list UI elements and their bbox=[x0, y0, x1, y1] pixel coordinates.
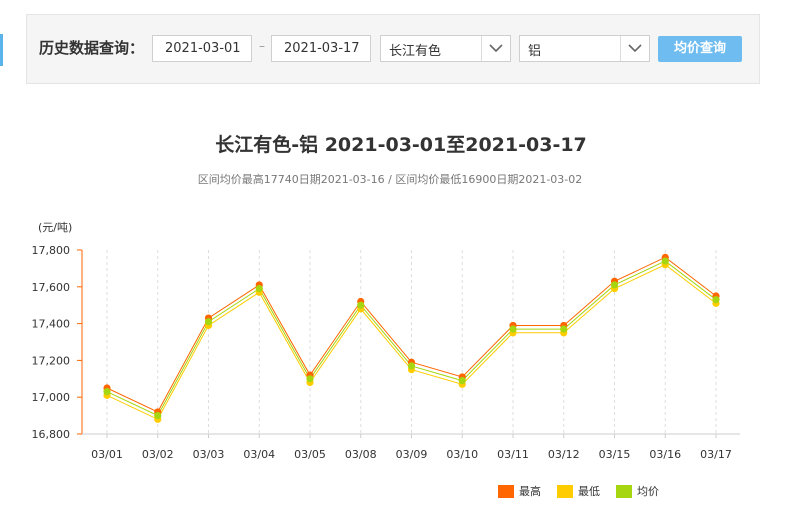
y-tick-label: 17,400 bbox=[32, 318, 71, 331]
legend-label: 最低 bbox=[578, 485, 600, 498]
y-axis-label: (元/吨) bbox=[38, 221, 72, 234]
series-avg-point bbox=[661, 257, 669, 265]
x-tick-label: 03/02 bbox=[142, 448, 174, 461]
series-avg-point bbox=[458, 377, 466, 385]
x-tick-label: 03/05 bbox=[294, 448, 326, 461]
y-tick-label: 17,200 bbox=[32, 354, 71, 367]
series-avg-point bbox=[204, 318, 213, 326]
legend-label: 均价 bbox=[637, 485, 659, 498]
series-avg-point bbox=[357, 301, 365, 309]
x-tick-label: 03/08 bbox=[345, 448, 377, 461]
y-tick-label: 17,000 bbox=[32, 391, 71, 404]
x-tick-label: 03/04 bbox=[243, 448, 275, 461]
series-avg-point bbox=[610, 281, 619, 289]
legend-swatch bbox=[557, 484, 573, 498]
x-tick-label: 03/17 bbox=[700, 448, 732, 461]
series-avg-point bbox=[712, 296, 720, 304]
price-line-chart: 16,800 17,000 17,200 17,400 17,600 17,800 (元/吨… bbox=[32, 221, 740, 461]
legend-swatch bbox=[616, 484, 632, 498]
series-avg-point bbox=[407, 362, 416, 370]
legend-item-avg[interactable]: 均价 bbox=[616, 483, 659, 499]
series-avg-point bbox=[509, 325, 517, 333]
legend-label: 最高 bbox=[519, 485, 541, 498]
y-tick-label: 17,600 bbox=[32, 281, 71, 294]
legend-swatch bbox=[498, 484, 514, 498]
series-avg-point bbox=[560, 325, 568, 333]
y-tick-label: 17,800 bbox=[32, 244, 71, 257]
series-avg-point bbox=[255, 285, 263, 293]
series-avg-point bbox=[154, 412, 162, 420]
x-tick-label: 03/11 bbox=[497, 448, 529, 461]
x-tick-label: 03/10 bbox=[446, 448, 478, 461]
x-tick-label: 03/12 bbox=[548, 448, 580, 461]
legend-item-low[interactable]: 最低 bbox=[557, 483, 600, 499]
legend-item-high[interactable]: 最高 bbox=[498, 483, 541, 499]
y-tick-label: 16,800 bbox=[32, 428, 71, 441]
x-tick-label: 03/03 bbox=[193, 448, 225, 461]
series-avg-point bbox=[306, 375, 314, 383]
x-tick-label: 03/16 bbox=[649, 448, 681, 461]
x-tick-label: 03/09 bbox=[396, 448, 428, 461]
x-tick-label: 03/15 bbox=[599, 448, 631, 461]
series-avg-point bbox=[103, 388, 111, 396]
chart-legend: 最高 最低 均价 bbox=[498, 483, 675, 499]
x-tick-label: 03/01 bbox=[91, 448, 123, 461]
